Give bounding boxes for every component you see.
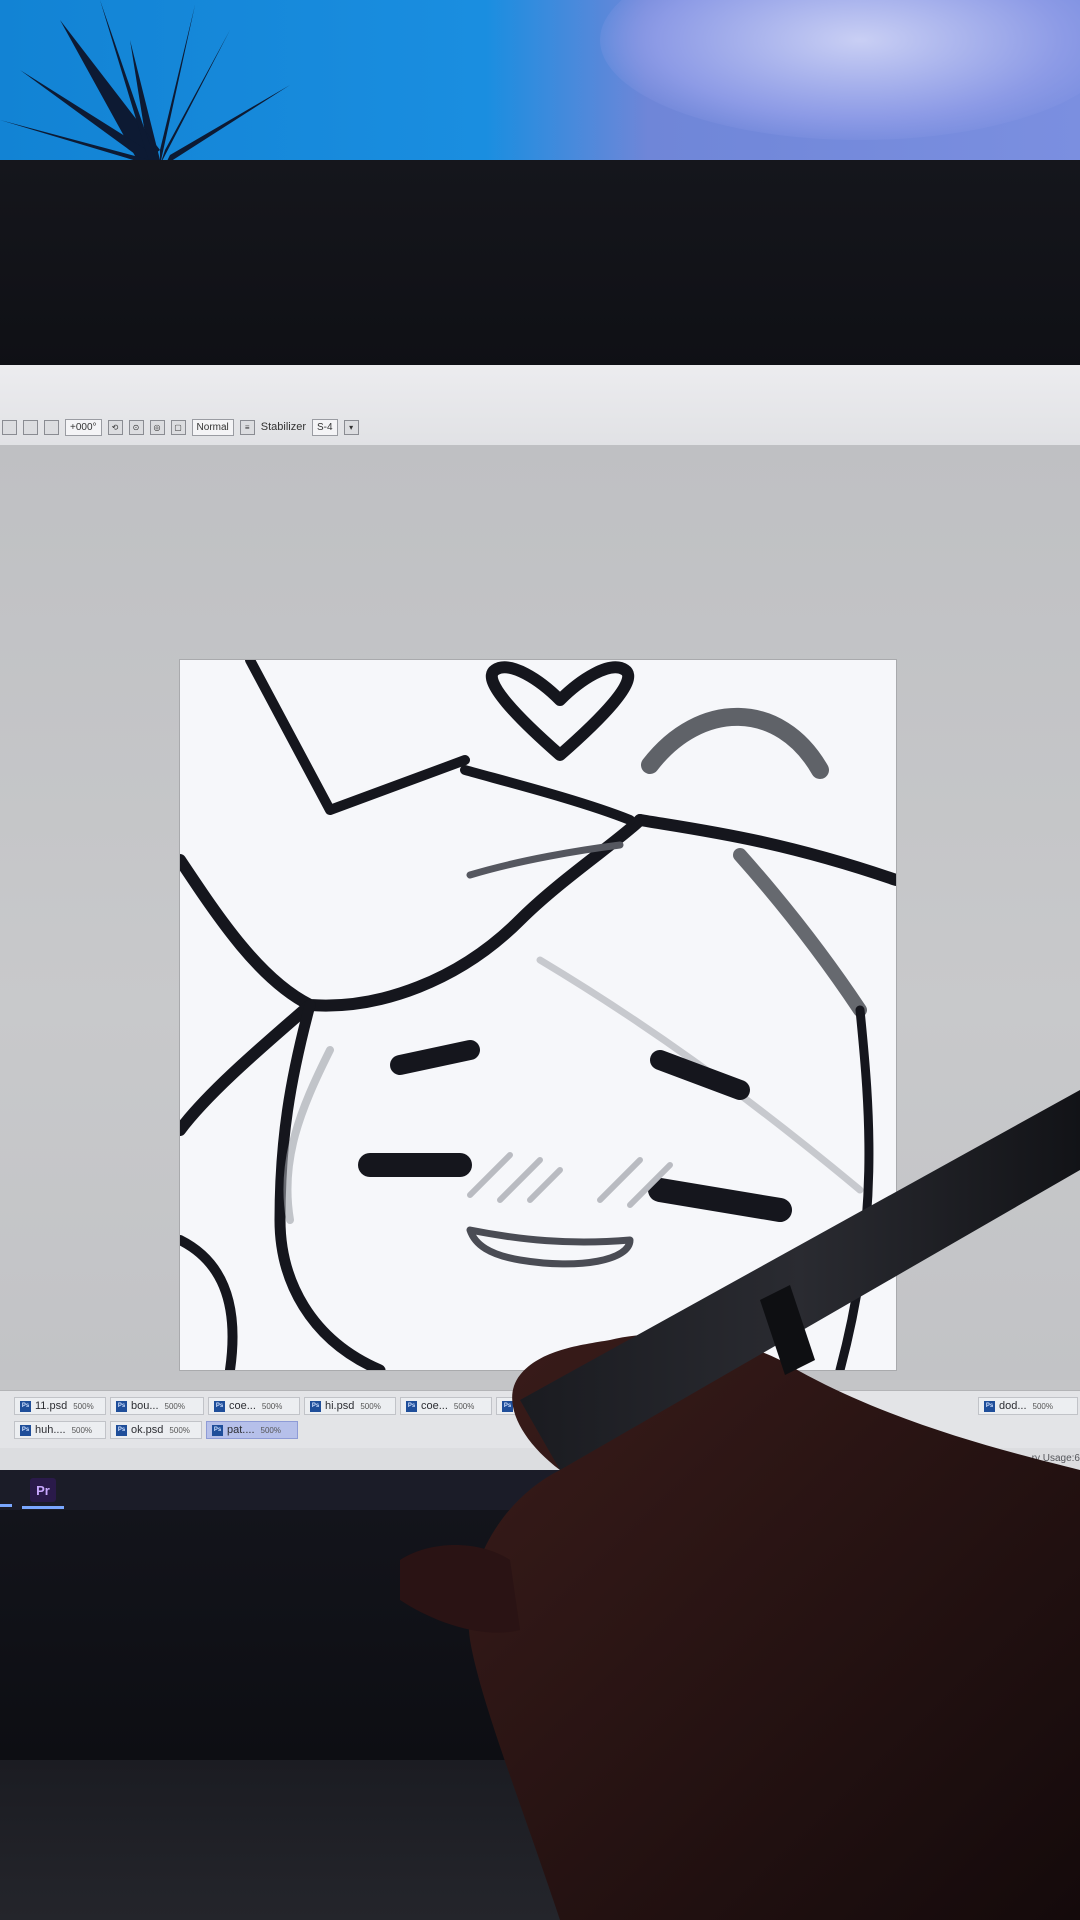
tab-zoom: 500% — [453, 1401, 475, 1411]
tab-ok-psd[interactable]: Ps ok.psd 500% — [110, 1421, 202, 1439]
tab-zoom: 500% — [169, 1425, 190, 1435]
status-bar — [0, 1448, 1080, 1470]
tab-label: coe... — [421, 1400, 448, 1412]
desk-surface — [0, 1760, 1080, 1920]
tab-pat-active[interactable]: Ps pat.... 500% — [206, 1421, 298, 1439]
tab-hi-psd[interactable]: Ps hi.psd 500% — [304, 1397, 396, 1415]
active-app-indicator — [22, 1506, 64, 1509]
stabilizer-label: Stabilizer — [260, 421, 307, 433]
stabilizer-select[interactable]: S-4 — [312, 418, 338, 436]
tab-label: 11.psd — [35, 1400, 68, 1412]
artwork — [180, 660, 896, 1370]
view-button[interactable]: ▢ — [170, 419, 186, 435]
tab-11-psd[interactable]: Ps 11.psd 500% — [14, 1397, 106, 1415]
tab-label: hi.psd — [325, 1400, 355, 1412]
photoshop-file-icon: Ps — [214, 1400, 225, 1412]
tab-dod[interactable]: Ps dod... 500% — [978, 1397, 1078, 1415]
tab-coe-1[interactable]: Ps coe... 500% — [208, 1397, 300, 1415]
document-tab-bar: Ps 11.psd 500% Ps bou... 500% Ps coe... … — [0, 1390, 1080, 1451]
photoshop-file-icon: Ps — [310, 1400, 321, 1412]
zoom-icon[interactable]: ⊙ — [128, 419, 144, 435]
photoshop-file-icon: Ps — [984, 1400, 995, 1412]
stabilizer-icon[interactable]: ≡ — [239, 419, 255, 435]
tab-zoom: 500% — [71, 1425, 93, 1435]
photoshop-file-icon: Ps — [212, 1424, 223, 1436]
tab-cou[interactable]: Ps cou... — [496, 1397, 586, 1415]
tool-preset-button-3[interactable] — [44, 419, 59, 435]
chevron-down-icon[interactable]: ▾ — [343, 419, 359, 435]
premiere-app-icon[interactable]: Pr — [30, 1478, 56, 1502]
tab-zoom: 500% — [1032, 1401, 1053, 1411]
tab-label: cou... — [517, 1400, 544, 1412]
photoshop-file-icon: Ps — [406, 1400, 417, 1412]
tool-options-row: +000° ⟲ ⊙ ◎ ▢ Normal ≡ Stabilizer S-4 ▾ — [0, 417, 359, 437]
tool-preset-button-1[interactable] — [2, 419, 17, 435]
taskbar-indicator — [0, 1504, 12, 1507]
options-toolbar: +000° ⟲ ⊙ ◎ ▢ Normal ≡ Stabilizer S-4 ▾ — [0, 365, 1080, 446]
monitor-bezel-top — [0, 160, 1080, 370]
premiere-app-label: Pr — [36, 1482, 50, 1498]
blend-mode-select[interactable]: Normal — [191, 418, 234, 436]
tab-label: pat.... — [227, 1424, 255, 1436]
photoshop-file-icon: Ps — [116, 1424, 127, 1436]
tab-label: huh.... — [35, 1424, 66, 1436]
tab-zoom: 500% — [164, 1401, 185, 1411]
drawing-canvas[interactable] — [180, 660, 896, 1370]
tab-label: coe... — [229, 1400, 256, 1412]
tab-label: ok.psd — [131, 1424, 164, 1436]
tab-coe-2[interactable]: Ps coe... 500% — [400, 1397, 492, 1415]
tab-bou[interactable]: Ps bou... 500% — [110, 1397, 204, 1415]
tab-zoom: 500% — [360, 1401, 381, 1411]
rotation-angle-field[interactable]: +000° — [65, 418, 102, 436]
tab-label: dod... — [999, 1400, 1027, 1412]
photoshop-file-icon: Ps — [116, 1400, 127, 1412]
canvas-workspace[interactable] — [0, 445, 1080, 1465]
tab-zoom: 500% — [73, 1401, 94, 1411]
tool-preset-button-2[interactable] — [23, 419, 38, 435]
plant-silhouette — [0, 0, 290, 165]
memory-usage-text: ry Usage:6 — [1031, 1453, 1080, 1464]
photoshop-file-icon: Ps — [20, 1424, 31, 1436]
tab-zoom: 500% — [261, 1401, 283, 1411]
tab-label: bou... — [131, 1400, 159, 1412]
os-taskbar: Pr — [0, 1470, 1080, 1510]
photoshop-file-icon: Ps — [502, 1400, 513, 1412]
monitor-screen: +000° ⟲ ⊙ ◎ ▢ Normal ≡ Stabilizer S-4 ▾ — [0, 365, 1080, 1470]
rotate-icon[interactable]: ⟲ — [107, 419, 123, 435]
heart-shape — [485, 661, 635, 761]
tab-huh[interactable]: Ps huh.... 500% — [14, 1421, 106, 1439]
hand-tool-icon[interactable]: ◎ — [149, 419, 165, 435]
photoshop-file-icon: Ps — [20, 1400, 31, 1412]
tab-zoom: 500% — [260, 1425, 281, 1435]
